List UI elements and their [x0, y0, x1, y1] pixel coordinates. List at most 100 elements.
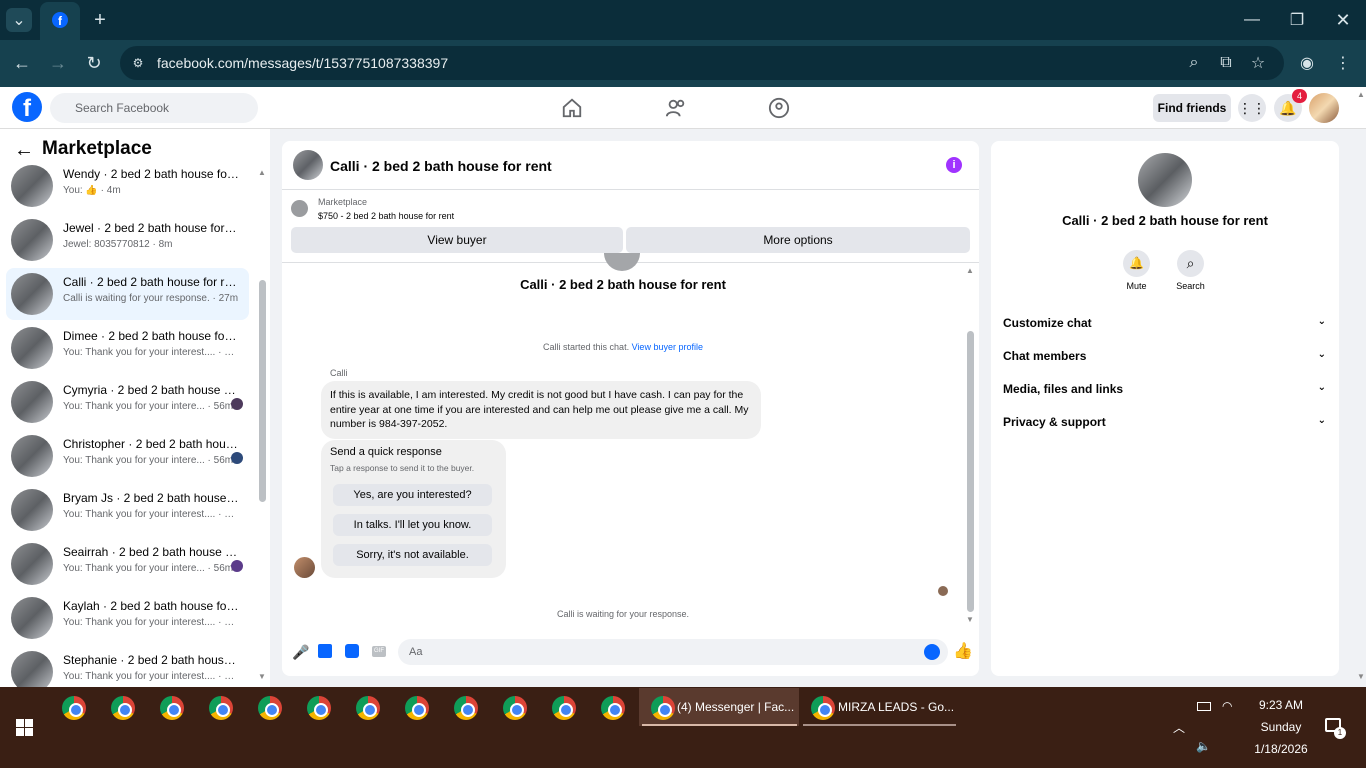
conversation-row[interactable]: Bryam Js · 2 bed 2 bath house for rent Yo…: [6, 484, 249, 536]
conversation-preview: You: Thank you for your intere... · 56m: [63, 401, 234, 412]
minimize-button[interactable]: —: [1240, 8, 1264, 32]
info-section-3[interactable]: Privacy & support ⌄: [1003, 415, 1328, 429]
conversation-row[interactable]: Kaylah · 2 bed 2 bath house for rent You:…: [6, 592, 249, 644]
active-tab[interactable]: f: [40, 2, 80, 40]
conversation-row[interactable]: Christopher · 2 bed 2 bath house for ren…: [6, 430, 249, 482]
bookmark-star-icon[interactable]: ☆: [1247, 52, 1269, 74]
menu-grid-icon[interactable]: ⋮⋮: [1238, 94, 1266, 122]
chrome-taskbar-icon[interactable]: [62, 696, 86, 720]
scroll-down-arrow[interactable]: ▼: [258, 672, 266, 681]
view-buyer-profile-link[interactable]: View buyer profile: [632, 342, 703, 352]
chat-scroll-up[interactable]: ▲: [966, 266, 974, 275]
mute-bell-icon[interactable]: 🔔: [1123, 250, 1150, 277]
info-section-2[interactable]: Media, files and links ⌄: [1003, 382, 1328, 396]
message-bubble[interactable]: If this is available, I am interested. M…: [321, 381, 761, 439]
list-scrollbar[interactable]: [259, 280, 266, 502]
chat-scrollbar[interactable]: [967, 331, 974, 612]
info-avatar[interactable]: [1138, 153, 1192, 207]
listing-thumbnail: [291, 200, 308, 217]
info-icon[interactable]: i: [946, 157, 962, 173]
conversation-preview: You: Thank you for your interest.... · 5…: [63, 671, 239, 682]
battery-icon[interactable]: [1197, 702, 1211, 711]
tab-search-button[interactable]: ⌄: [6, 8, 32, 32]
find-friends-button[interactable]: Find friends: [1153, 94, 1231, 122]
conversation-avatar: [11, 543, 53, 585]
quick-reply-button[interactable]: In talks. I'll let you know.: [333, 514, 492, 536]
chrome-taskbar-icon[interactable]: [503, 696, 527, 720]
tray-chevron-icon[interactable]: ︿: [1173, 719, 1185, 736]
chrome-taskbar-icon[interactable]: [111, 696, 135, 720]
quick-reply-button[interactable]: Yes, are you interested?: [333, 484, 492, 506]
chrome-taskbar-icon[interactable]: [160, 696, 184, 720]
page-scroll-up[interactable]: ▲: [1357, 90, 1365, 99]
restore-button[interactable]: ❐: [1285, 8, 1309, 32]
install-app-icon[interactable]: ⧉: [1215, 52, 1237, 74]
taskbar-app2-label[interactable]: MIRZA LEADS - Go...: [838, 700, 954, 714]
like-thumb-icon[interactable]: 👍: [953, 641, 973, 661]
microphone-icon[interactable]: 🎤: [292, 644, 309, 661]
view-buyer-button[interactable]: View buyer: [291, 227, 623, 253]
groups-icon[interactable]: [768, 97, 790, 119]
clock-day[interactable]: Sunday: [1248, 720, 1314, 734]
chat-panel: Calli · 2 bed 2 bath house for rent i Ma…: [282, 141, 979, 676]
back-button[interactable]: ←: [10, 51, 34, 75]
forward-button[interactable]: →: [46, 51, 70, 75]
chrome-taskbar-icon[interactable]: [601, 696, 625, 720]
page-scroll-down[interactable]: ▼: [1357, 672, 1365, 681]
conversation-row[interactable]: Wendy · 2 bed 2 bath house for rent You: …: [6, 160, 249, 212]
chrome-taskbar-icon[interactable]: [552, 696, 576, 720]
zoom-icon[interactable]: ⌕: [1183, 52, 1205, 74]
chat-title[interactable]: Calli · 2 bed 2 bath house for rent: [330, 158, 552, 174]
gif-icon[interactable]: GIF: [372, 646, 386, 657]
browser-menu-icon[interactable]: ⋮: [1332, 52, 1354, 74]
chrome-taskbar-icon[interactable]: [356, 696, 380, 720]
back-arrow-icon[interactable]: ←: [14, 139, 34, 162]
url-text[interactable]: facebook.com/messages/t/1537751087338397: [157, 55, 448, 71]
message-composer-input[interactable]: Aa: [398, 639, 948, 665]
listing-label: Marketplace: [318, 197, 368, 207]
conversation-row[interactable]: Cymyria · 2 bed 2 bath house for rent You…: [6, 376, 249, 428]
chrome-taskbar-icon[interactable]: [454, 696, 478, 720]
clock-time[interactable]: 9:23 AM: [1248, 698, 1314, 712]
clock-date[interactable]: 1/18/2026: [1248, 742, 1314, 756]
chrome-taskbar-icon[interactable]: [405, 696, 429, 720]
chrome-icon: [811, 696, 835, 720]
listing-title[interactable]: $750 - 2 bed 2 bath house for rent: [318, 211, 454, 221]
info-section-0[interactable]: Customize chat ⌄: [1003, 316, 1328, 330]
photo-icon[interactable]: [318, 644, 332, 658]
windows-start-icon[interactable]: [16, 719, 33, 736]
conversation-row[interactable]: Seairrah · 2 bed 2 bath house for rent Yo…: [6, 538, 249, 590]
reload-icon[interactable]: ↻: [82, 51, 106, 75]
conversation-preview: Calli is waiting for your response. · 27…: [63, 293, 239, 304]
home-icon[interactable]: [561, 97, 583, 119]
search-conversation-icon[interactable]: ⌕: [1177, 250, 1204, 277]
chevron-down-icon: ⌄: [1317, 415, 1326, 426]
wifi-icon[interactable]: ◠: [1222, 699, 1232, 713]
info-section-1[interactable]: Chat members ⌄: [1003, 349, 1328, 363]
conversation-avatar: [11, 327, 53, 369]
friends-icon[interactable]: [665, 97, 687, 119]
sender-name: Calli: [330, 368, 348, 378]
scroll-up-arrow[interactable]: ▲: [258, 168, 266, 177]
conversation-row[interactable]: Dimee · 2 bed 2 bath house for rent You: …: [6, 322, 249, 374]
conversation-row[interactable]: Calli · 2 bed 2 bath house for rent Calli…: [6, 268, 249, 320]
facebook-logo-icon[interactable]: f: [12, 92, 42, 122]
more-options-button[interactable]: More options: [626, 227, 970, 253]
site-settings-icon[interactable]: ⚙: [128, 53, 148, 73]
profile-icon[interactable]: ◉: [1296, 52, 1318, 74]
chat-avatar[interactable]: [293, 150, 323, 180]
chrome-taskbar-icon[interactable]: [209, 696, 233, 720]
emoji-icon[interactable]: [924, 644, 940, 660]
chrome-taskbar-icon[interactable]: [307, 696, 331, 720]
conversation-row[interactable]: Jewel · 2 bed 2 bath house for rent Jewel…: [6, 214, 249, 266]
search-input[interactable]: Search Facebook: [50, 93, 258, 123]
new-tab-button[interactable]: +: [88, 8, 112, 32]
volume-icon[interactable]: 🔈: [1196, 739, 1211, 753]
chrome-taskbar-icon[interactable]: [258, 696, 282, 720]
close-window-button[interactable]: ✕: [1331, 8, 1355, 32]
quick-reply-button[interactable]: Sorry, it's not available.: [333, 544, 492, 566]
account-avatar[interactable]: [1309, 93, 1339, 123]
taskbar-app1-label[interactable]: (4) Messenger | Fac...: [677, 700, 794, 714]
chat-scroll-down[interactable]: ▼: [966, 615, 974, 624]
sticker-icon[interactable]: [345, 644, 359, 658]
